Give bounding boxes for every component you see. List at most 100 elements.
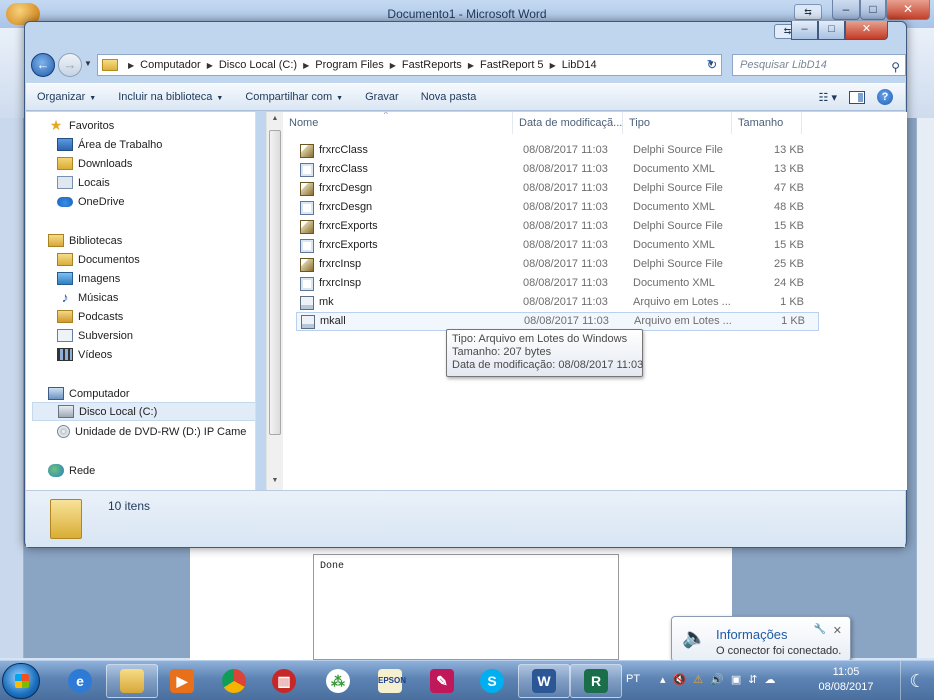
tooltip-modified: Data de modificação: 08/08/2017 11:03	[452, 359, 644, 371]
file-row[interactable]: frxrcClass 08/08/2017 11:03 Delphi Sourc…	[296, 141, 819, 160]
cloud-icon[interactable]: ☁	[764, 673, 775, 686]
media-player-icon[interactable]: ▶	[156, 664, 208, 698]
word-minimize-button[interactable]: –	[832, 0, 860, 20]
file-type: Arquivo em Lotes ...	[634, 315, 732, 327]
chrome-icon[interactable]	[208, 664, 260, 698]
nav-downloads[interactable]: Downloads	[57, 154, 132, 173]
explorer-close-button[interactable]: ✕	[845, 21, 888, 40]
share-with-menu[interactable]: Compartilhar com ▼	[234, 91, 354, 103]
explorer-minimize-button[interactable]: –	[791, 21, 818, 40]
help-icon[interactable]: ?	[877, 89, 893, 105]
clock[interactable]: 11:05 08/08/2017	[808, 665, 884, 695]
delphi-icon[interactable]: R	[570, 664, 622, 698]
star-icon: ★	[49, 117, 63, 133]
show-hidden-icons-icon[interactable]: ▴	[660, 673, 666, 686]
search-input[interactable]: Pesquisar LibD14 ⚲	[732, 54, 906, 76]
file-row[interactable]: frxrcExports 08/08/2017 11:03 Delphi Sou…	[296, 217, 819, 236]
breadcrumb-libd14[interactable]: LibD14	[562, 59, 597, 71]
nav-subversion[interactable]: Subversion	[57, 326, 133, 345]
breadcrumb-fastreport-5[interactable]: FastReport 5	[480, 59, 544, 71]
batch-file-icon	[300, 295, 314, 310]
file-row[interactable]: frxrcClass 08/08/2017 11:03 Documento XM…	[296, 160, 819, 179]
close-icon[interactable]: ✕	[833, 624, 842, 637]
chevron-right-icon[interactable]: ▶	[207, 61, 213, 70]
preview-pane-icon[interactable]	[849, 90, 865, 104]
refresh-icon[interactable]: ↻	[701, 54, 723, 76]
column-header-date[interactable]: Data de modificaçã...	[513, 112, 623, 134]
network-status-icon[interactable]: ⇵	[748, 673, 757, 686]
speaker-icon[interactable]: 🔊	[710, 673, 724, 686]
file-row[interactable]: frxrcDesgn 08/08/2017 11:03 Documento XM…	[296, 198, 819, 217]
include-in-library-menu[interactable]: Incluir na biblioteca ▼	[107, 91, 234, 103]
breadcrumb-fastreports[interactable]: FastReports	[402, 59, 462, 71]
file-row[interactable]: mk 08/08/2017 11:03 Arquivo em Lotes ...…	[296, 293, 819, 312]
nav-favorites[interactable]: ★ Favoritos	[48, 116, 115, 135]
recent-pages-dropdown-icon[interactable]: ▼	[84, 59, 92, 68]
nav-videos[interactable]: Vídeos	[57, 345, 112, 364]
nav-images[interactable]: Imagens	[57, 269, 120, 288]
windows-explorer-icon[interactable]	[106, 664, 158, 698]
back-button[interactable]: ←	[31, 53, 55, 77]
language-indicator[interactable]: PT	[626, 673, 640, 685]
skype-icon[interactable]: S	[466, 664, 518, 698]
notification-balloon[interactable]: 🔈 Informações O conector foi conectado. …	[671, 616, 851, 671]
chevron-right-icon[interactable]: ▶	[468, 61, 474, 70]
file-row[interactable]: frxrcInsp 08/08/2017 11:03 Delphi Source…	[296, 255, 819, 274]
nav-onedrive[interactable]: OneDrive	[57, 192, 124, 211]
file-row[interactable]: frxrcDesgn 08/08/2017 11:03 Delphi Sourc…	[296, 179, 819, 198]
address-bar[interactable]: ▶ Computador ▶ Disco Local (C:) ▶ Progra…	[97, 54, 722, 76]
device-icon[interactable]: ▣	[731, 673, 741, 686]
nav-local-disk[interactable]: Disco Local (C:)	[32, 402, 255, 421]
forward-button[interactable]: →	[58, 53, 82, 77]
organize-menu[interactable]: Organizar ▼	[26, 91, 107, 103]
scroll-up-icon[interactable]: ▲	[267, 115, 283, 122]
burn-button[interactable]: Gravar	[354, 91, 410, 103]
nav-libraries[interactable]: Bibliotecas	[48, 231, 122, 250]
column-header-size[interactable]: Tamanho	[732, 112, 802, 134]
chevron-right-icon[interactable]: ▶	[390, 61, 396, 70]
breadcrumb-disco-local[interactable]: Disco Local (C:)	[219, 59, 297, 71]
nav-computer[interactable]: Computador	[48, 384, 130, 403]
scrollbar-thumb[interactable]	[269, 130, 281, 435]
scroll-down-icon[interactable]: ▼	[267, 477, 283, 484]
security-alert-icon[interactable]: ⚠	[693, 673, 703, 686]
word-icon[interactable]: W	[518, 664, 570, 698]
nav-music[interactable]: ♪ Músicas	[57, 288, 119, 307]
tool-icon[interactable]: ✎	[416, 664, 468, 698]
nav-podcasts[interactable]: Podcasts	[57, 307, 123, 326]
start-button[interactable]	[2, 663, 40, 699]
nav-documents[interactable]: Documentos	[57, 250, 140, 269]
word-vertical-scrollbar[interactable]	[916, 118, 934, 658]
file-row[interactable]: frxrcInsp 08/08/2017 11:03 Documento XML…	[296, 274, 819, 293]
nav-desktop[interactable]: Área de Trabalho	[57, 135, 162, 154]
nav-network[interactable]: Rede	[48, 461, 95, 480]
change-view-icon[interactable]: ☷ ▾	[819, 91, 837, 104]
network-tool-icon[interactable]: ⁂	[312, 664, 364, 698]
file-row[interactable]: frxrcExports 08/08/2017 11:03 Documento …	[296, 236, 819, 255]
output-textbox[interactable]: Done	[313, 554, 619, 660]
nav-dvd-drive[interactable]: Unidade de DVD-RW (D:) IP Came	[57, 422, 246, 441]
internet-explorer-icon[interactable]: e	[54, 664, 106, 698]
archive-icon[interactable]: ▥	[258, 664, 310, 698]
chevron-right-icon[interactable]: ▶	[128, 61, 134, 70]
word-ribbon-toggle-button[interactable]: ⇆	[794, 4, 822, 20]
nav-places[interactable]: Locais	[57, 173, 110, 192]
volume-muted-icon[interactable]: 🔇	[673, 673, 687, 686]
file-date: 08/08/2017 11:03	[523, 144, 608, 156]
options-icon[interactable]: 🔧	[814, 624, 826, 635]
explorer-maximize-button[interactable]: □	[818, 21, 845, 40]
breadcrumb-computador[interactable]: Computador	[140, 59, 201, 71]
nav-pane-scrollbar[interactable]: ▲ ▼	[266, 112, 283, 490]
word-close-button[interactable]: ✕	[886, 0, 930, 20]
column-header-type[interactable]: Tipo	[623, 112, 732, 134]
new-folder-button[interactable]: Nova pasta	[410, 91, 488, 103]
night-mode-icon[interactable]: ☾	[900, 661, 934, 700]
epson-icon[interactable]: EPSON	[364, 664, 416, 698]
chevron-right-icon[interactable]: ▶	[303, 61, 309, 70]
chevron-right-icon[interactable]: ▶	[550, 61, 556, 70]
column-header-name[interactable]: Nome ^	[283, 112, 513, 134]
breadcrumb-program-files[interactable]: Program Files	[315, 59, 383, 71]
word-maximize-button[interactable]: □	[860, 0, 886, 20]
tooltip-type: Tipo: Arquivo em Lotes do Windows	[452, 333, 628, 345]
search-icon[interactable]: ⚲	[891, 57, 900, 77]
